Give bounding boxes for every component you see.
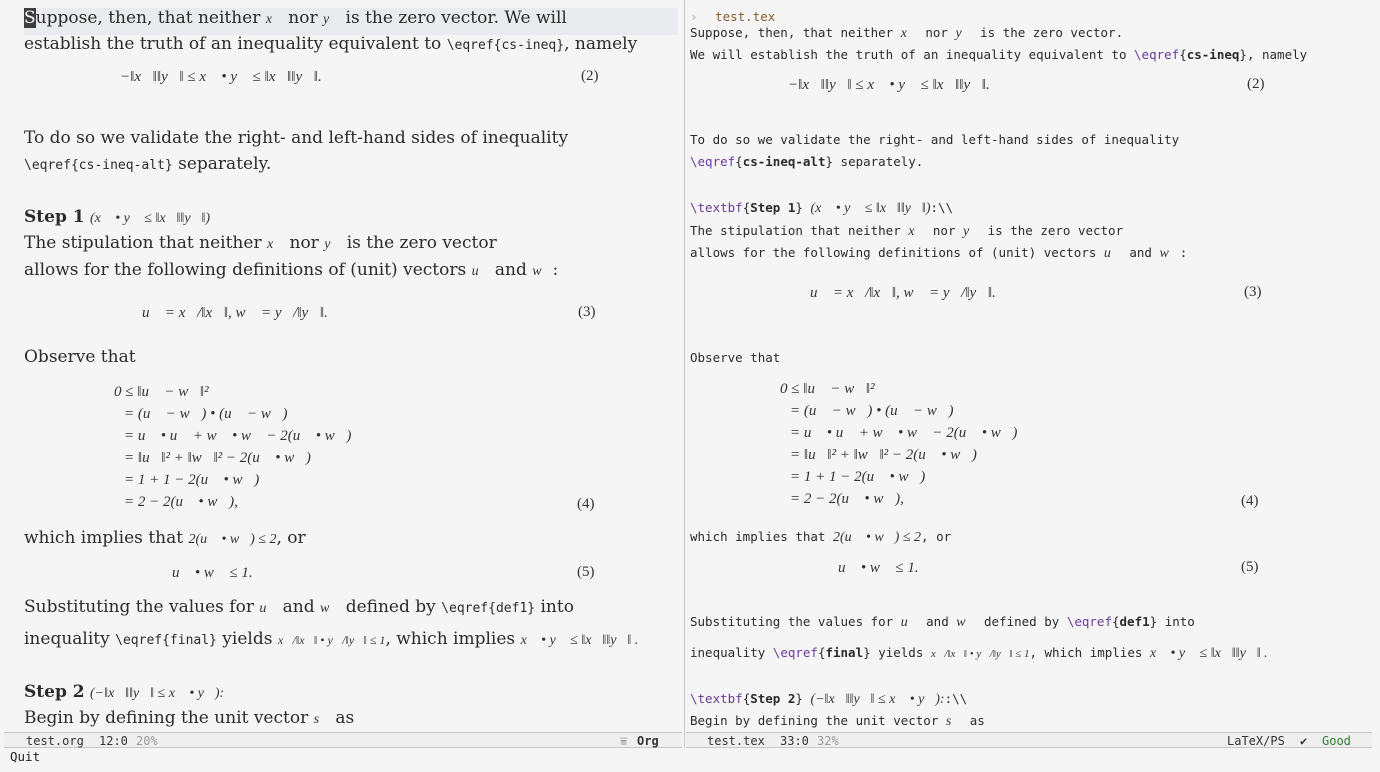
paragraph-line: Substituting the values for u⃗ and w⃗ de…	[24, 597, 574, 617]
cursor-position: 33:0	[780, 734, 809, 748]
cursor-position: 12:0	[99, 734, 128, 748]
scroll-percent: 20%	[136, 734, 158, 748]
equation-number: (3)	[578, 304, 596, 320]
paragraph-line: Observe that	[24, 347, 136, 367]
source-line: The stipulation that neither x⃗ nor y⃗ i…	[690, 223, 1124, 239]
buffer-name[interactable]: test.org	[26, 734, 84, 748]
source-line: Suppose, then, that neither x⃗ nor y⃗ is…	[690, 25, 1124, 41]
equation-2-preview: −‖x⃗‖‖y⃗‖ ≤ x⃗ • y⃗ ≤ ‖x⃗‖‖y⃗‖.	[788, 77, 990, 93]
source-line: Observe that	[690, 350, 781, 365]
source-line: Begin by defining the unit vector s⃗ as	[690, 713, 985, 729]
buffer-name[interactable]: test.tex	[707, 734, 765, 748]
equation-3: u⃗ = x⃗/‖x⃗‖, w⃗ = y⃗/‖y⃗‖.	[142, 305, 328, 321]
equation-4: 0 ≤ ‖u⃗ − w⃗‖² = (u⃗ − w⃗) • (u⃗ − w⃗) =…	[114, 384, 352, 510]
equation-number: (2)	[1247, 76, 1265, 92]
paragraph-line: which implies that 2(u⃗ • w⃗) ≤ 2, or	[24, 528, 306, 548]
mode-line-left[interactable]: test.org 12:0 20% ⩸ Org	[4, 732, 682, 748]
text-cursor: S	[24, 8, 36, 28]
paragraph-line: The stipulation that neither x⃗ nor y⃗ i…	[24, 233, 497, 253]
source-line: which implies that 2(u⃗ • w⃗) ≤ 2, or	[690, 529, 952, 545]
fringe-arrow-icon: ›	[690, 9, 698, 24]
source-line: \eqref{cs-ineq-alt} separately.	[690, 154, 924, 169]
step-2-heading: Step 2 (−‖x⃗‖‖y⃗‖ ≤ x⃗ • y⃗):	[24, 682, 225, 702]
source-line: \textbf{Step 1} (x⃗ • y⃗ ≤ ‖x⃗‖‖y⃗‖):\\	[690, 200, 954, 216]
major-mode[interactable]: LaTeX/PS	[1227, 734, 1285, 748]
equation-5-preview: u⃗ • w⃗ ≤ 1.	[838, 560, 919, 576]
scroll-percent: 32%	[817, 734, 839, 748]
equation-number: (5)	[1241, 559, 1259, 575]
header-line: › test.tex	[690, 9, 776, 24]
paragraph-line: establish the truth of an inequality equ…	[24, 34, 638, 54]
spell-check-status[interactable]: Good	[1322, 734, 1351, 748]
major-mode[interactable]: Org	[637, 734, 659, 748]
source-line: allows for the following definitions of …	[690, 245, 1188, 261]
equation-number: (4)	[577, 496, 595, 512]
source-line: Substituting the values for u⃗ and w⃗ de…	[690, 614, 1195, 630]
paragraph-line: inequality \eqref{final} yields x⃗/‖x⃗‖ …	[24, 629, 639, 649]
source-line: \textbf{Step 2} (−‖x⃗‖‖y⃗‖ ≤ x⃗ • y⃗)::\…	[690, 691, 968, 707]
minibuffer-message: Quit	[10, 749, 41, 764]
checkmark-icon: ✔	[1300, 734, 1308, 748]
window-divider[interactable]	[684, 0, 685, 748]
equation-3-preview: u⃗ = x⃗/‖x⃗‖, w⃗ = y⃗/‖y⃗‖.	[810, 285, 996, 301]
source-line: inequality \eqref{final} yields x⃗/‖x⃗‖ …	[690, 645, 1268, 661]
equation-4-preview: 0 ≤ ‖u⃗ − w⃗‖² = (u⃗ − w⃗) • (u⃗ − w⃗) =…	[780, 381, 1018, 507]
step-1-heading: Step 1 (x⃗ • y⃗ ≤ ‖x⃗‖‖y⃗‖)	[24, 207, 211, 227]
mode-line-right[interactable]: test.tex 33:0 32% LaTeX/PS ✔ Good	[686, 732, 1372, 748]
paragraph-line: Suppose, then, that neither x⃗ nor y⃗ is…	[24, 8, 567, 28]
source-line: We will establish the truth of an inequa…	[690, 47, 1308, 62]
equation-number: (2)	[581, 68, 599, 84]
equation-number: (4)	[1241, 493, 1259, 509]
equation-number: (3)	[1244, 284, 1262, 300]
paragraph-line: Begin by defining the unit vector s⃗ as	[24, 708, 355, 728]
tex-buffer-pane[interactable]: › test.tex Suppose, then, that neither x…	[686, 0, 1380, 732]
equation-5: u⃗ • w⃗ ≤ 1.	[172, 565, 253, 581]
paragraph-line: allows for the following definitions of …	[24, 260, 559, 280]
equation-2: −‖x⃗‖‖y⃗‖ ≤ x⃗ • y⃗ ≤ ‖x⃗‖‖y⃗‖.	[120, 69, 322, 85]
paragraph-line: \eqref{cs-ineq-alt} separately.	[24, 154, 272, 174]
source-line: To do so we validate the right- and left…	[690, 132, 1180, 147]
org-buffer-pane[interactable]: Suppose, then, that neither x⃗ nor y⃗ is…	[0, 0, 684, 732]
org-mode-icon: ⩸	[620, 734, 628, 748]
paragraph-line: To do so we validate the right- and left…	[24, 128, 569, 148]
equation-number: (5)	[577, 564, 595, 580]
